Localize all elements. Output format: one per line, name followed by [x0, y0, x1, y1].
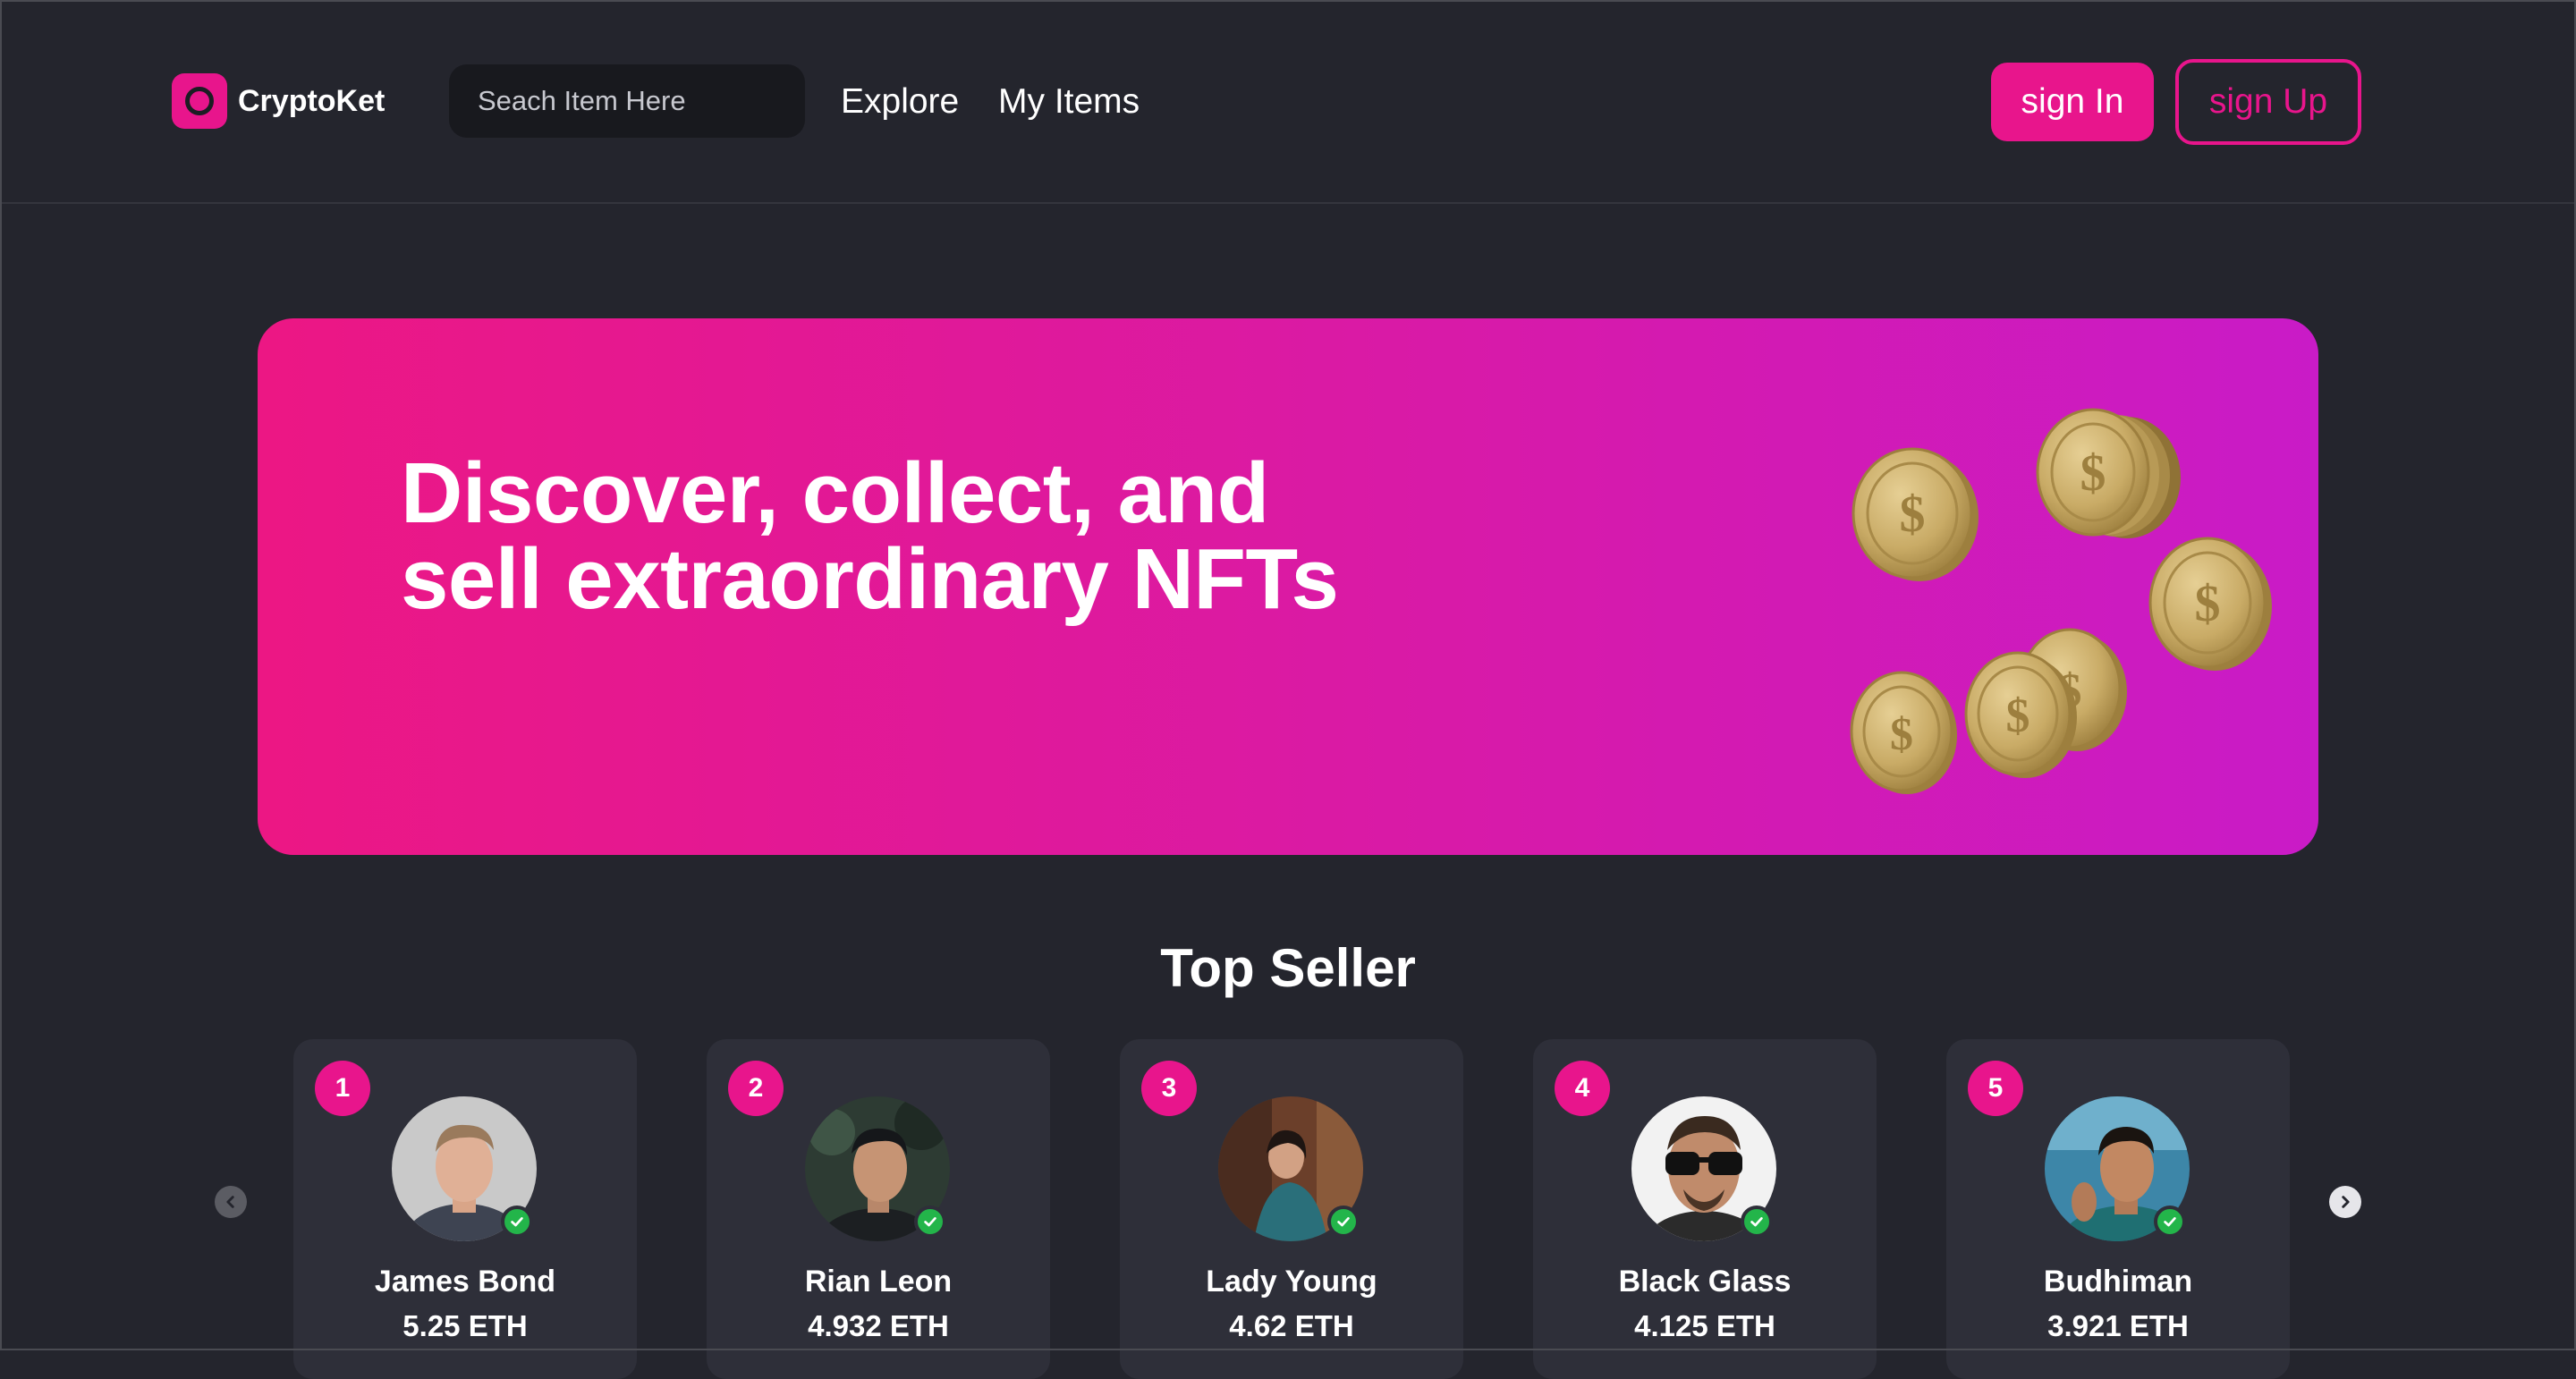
rank-badge: 3 — [1141, 1061, 1197, 1116]
circle-logo-icon — [172, 73, 227, 129]
seller-eth: 3.921 ETH — [2047, 1309, 2189, 1342]
seller-card[interactable]: 5 Budhiman 3.921 ETH — [1946, 1039, 2290, 1379]
verified-check-icon — [501, 1206, 533, 1238]
seller-name: Budhiman — [2043, 1265, 2193, 1299]
svg-text:$: $ — [1900, 485, 1926, 543]
seller-card[interactable]: 1 James Bond 5.25 ETH — [293, 1039, 637, 1379]
seller-card[interactable]: 3 Lady Young 4.62 ETH — [1120, 1039, 1463, 1379]
avatar — [392, 1096, 537, 1241]
svg-text:$: $ — [2080, 444, 2106, 502]
verified-check-icon — [914, 1206, 946, 1238]
seller-eth: 5.25 ETH — [402, 1309, 528, 1342]
seller-card[interactable]: 2 Rian Leon 4.932 ETH — [707, 1039, 1050, 1379]
rank-badge: 4 — [1555, 1061, 1610, 1116]
seller-name: James Bond — [374, 1265, 556, 1299]
seller-eth: 4.932 ETH — [808, 1309, 949, 1342]
top-seller-title: Top Seller — [1160, 938, 1416, 998]
seller-name: Black Glass — [1618, 1265, 1792, 1299]
nav-my-items-link[interactable]: My Items — [998, 75, 1140, 129]
svg-text:$: $ — [2195, 574, 2221, 632]
navbar: CryptoKet Explore My Items sign In sign … — [0, 0, 2576, 204]
chevron-right-icon[interactable] — [2329, 1186, 2361, 1218]
hero-banner: Discover, collect, and sell extraordinar… — [258, 318, 2318, 855]
hero-title: Discover, collect, and sell extraordinar… — [401, 445, 1339, 627]
gold-coins-icon: $ $ $ $ $ — [1850, 408, 2272, 794]
brand-name: CryptoKet — [238, 83, 386, 118]
avatar — [805, 1096, 950, 1241]
avatar — [1218, 1096, 1363, 1241]
brand-logo-link[interactable]: CryptoKet — [172, 72, 385, 131]
avatar — [1631, 1096, 1776, 1241]
search-input[interactable] — [476, 84, 780, 118]
verified-check-icon — [2154, 1206, 2186, 1238]
avatar — [2045, 1096, 2190, 1241]
seller-name: Lady Young — [1206, 1265, 1377, 1299]
chevron-left-icon[interactable] — [215, 1186, 247, 1218]
svg-text:$: $ — [2006, 689, 2030, 742]
sign-in-button[interactable]: sign In — [1991, 63, 2154, 141]
rank-badge: 1 — [315, 1061, 370, 1116]
svg-text:$: $ — [1890, 709, 1913, 760]
nav-explore-link[interactable]: Explore — [841, 75, 959, 129]
sign-up-button[interactable]: sign Up — [2175, 59, 2361, 145]
seller-eth: 4.125 ETH — [1634, 1309, 1775, 1342]
seller-card[interactable]: 4 Black Glass 4.125 ETH — [1533, 1039, 1877, 1379]
verified-check-icon — [1741, 1206, 1773, 1238]
search-box — [449, 64, 805, 138]
verified-check-icon — [1327, 1206, 1360, 1238]
seller-name: Rian Leon — [804, 1265, 953, 1299]
rank-badge: 2 — [728, 1061, 784, 1116]
rank-badge: 5 — [1968, 1061, 2023, 1116]
seller-eth: 4.62 ETH — [1229, 1309, 1354, 1342]
